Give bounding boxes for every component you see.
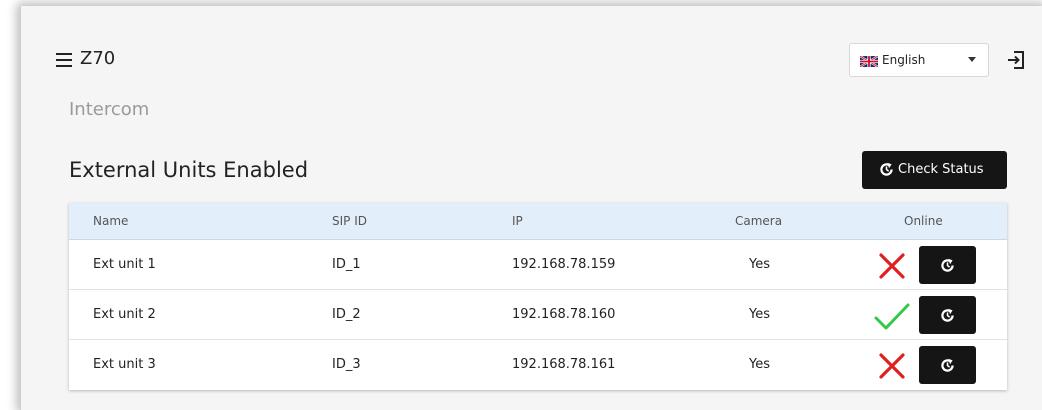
refresh-icon bbox=[941, 258, 954, 272]
column-header-camera: Camera bbox=[735, 214, 783, 228]
refresh-button[interactable] bbox=[919, 346, 976, 384]
unit-name: Ext unit 1 bbox=[93, 257, 156, 272]
external-units-table: Name SIP ID IP Camera Online Ext unit 1 … bbox=[69, 203, 1007, 390]
column-header-ip: IP bbox=[512, 214, 523, 228]
check-status-label: Check Status bbox=[898, 162, 984, 177]
table-header: Name SIP ID IP Camera Online bbox=[69, 203, 1007, 240]
unit-name: Ext unit 2 bbox=[93, 307, 156, 322]
unit-name: Ext unit 3 bbox=[93, 357, 156, 372]
refresh-button[interactable] bbox=[919, 296, 976, 334]
table-row: Ext unit 1 ID_1 192.168.78.159 Yes bbox=[69, 240, 1007, 290]
logout-icon[interactable] bbox=[1006, 50, 1026, 70]
caret-down-icon bbox=[968, 57, 976, 62]
card-title: External Units Enabled bbox=[69, 158, 309, 182]
unit-ip: 192.168.78.160 bbox=[512, 307, 616, 322]
refresh-button[interactable] bbox=[919, 246, 976, 284]
check-status-button[interactable]: Check Status bbox=[862, 151, 1007, 189]
refresh-icon bbox=[941, 308, 954, 322]
app-title: Z70 bbox=[80, 48, 116, 69]
column-header-sip-id: SIP ID bbox=[332, 214, 367, 228]
cross-icon bbox=[879, 353, 905, 379]
refresh-icon bbox=[941, 358, 954, 372]
app-window: Z70 English Intercom External Units Enab… bbox=[20, 6, 1042, 410]
refresh-icon bbox=[880, 162, 893, 176]
unit-camera: Yes bbox=[749, 307, 770, 322]
unit-ip: 192.168.78.159 bbox=[512, 257, 616, 272]
column-header-name: Name bbox=[93, 214, 129, 228]
unit-camera: Yes bbox=[749, 257, 770, 272]
unit-sip-id: ID_2 bbox=[332, 307, 361, 322]
check-icon bbox=[874, 303, 910, 330]
unit-sip-id: ID_1 bbox=[332, 257, 361, 272]
language-select[interactable]: English bbox=[849, 43, 989, 77]
table-row: Ext unit 2 ID_2 192.168.78.160 Yes bbox=[69, 290, 1007, 340]
unit-sip-id: ID_3 bbox=[332, 357, 361, 372]
table-row: Ext unit 3 ID_3 192.168.78.161 Yes bbox=[69, 340, 1007, 390]
cross-icon bbox=[879, 253, 905, 279]
unit-ip: 192.168.78.161 bbox=[512, 357, 616, 372]
section-title: Intercom bbox=[69, 99, 150, 120]
unit-camera: Yes bbox=[749, 357, 770, 372]
uk-flag-icon bbox=[860, 56, 878, 67]
language-label: English bbox=[882, 53, 926, 67]
hamburger-icon[interactable] bbox=[56, 53, 72, 67]
top-bar: Z70 English bbox=[21, 14, 1042, 94]
column-header-online: Online bbox=[904, 214, 943, 228]
